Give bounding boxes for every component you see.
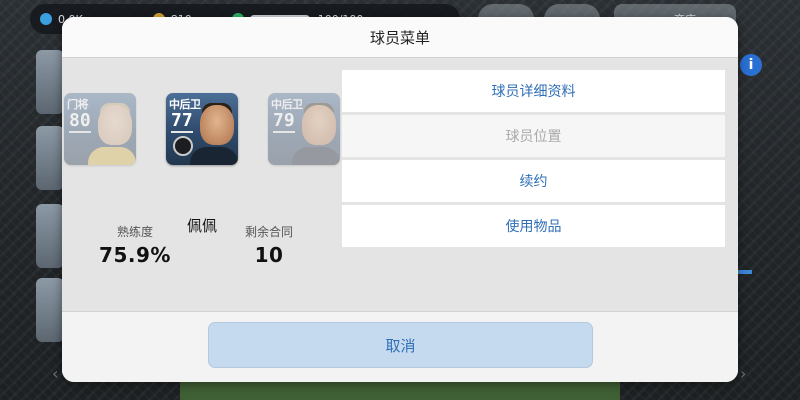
player-action-menu: 球员详细资料 球员位置 续约 使用物品 (342, 70, 725, 250)
dialog-header: 球员菜单 (62, 17, 738, 58)
info-icon: i (740, 54, 762, 76)
cancel-button[interactable]: 取消 (208, 322, 593, 368)
left-arrow-icon: ‹ (52, 364, 59, 383)
player-card[interactable]: 中后卫 77 (166, 93, 238, 165)
bg-side-tile (36, 126, 64, 190)
stat-value: 10 (254, 243, 284, 267)
stat-value: 75.9% (99, 243, 171, 267)
player-face-icon (200, 105, 234, 145)
use-item-button[interactable]: 使用物品 (342, 205, 725, 247)
card-rating: 79 (273, 110, 295, 131)
player-shirt (88, 147, 136, 165)
player-position-button: 球员位置 (342, 115, 725, 157)
rating-underline (171, 131, 193, 133)
rating-underline (273, 131, 295, 133)
pitch-strip (180, 382, 620, 400)
bg-side-tile (36, 204, 64, 268)
bg-slider-mark (738, 270, 752, 274)
player-details-button[interactable]: 球员详细资料 (342, 70, 725, 112)
stat-label: 熟练度 (116, 225, 153, 239)
next-player-card[interactable]: 中后卫 79 (268, 93, 340, 165)
proficiency-stat: 熟练度 75.9% (90, 223, 180, 267)
gp-coin-icon (40, 13, 52, 25)
player-face-icon (302, 105, 336, 145)
contract-remaining-stat: 剩余合同 10 (224, 223, 314, 267)
player-shirt (190, 147, 238, 165)
card-rating: 77 (171, 110, 193, 131)
player-shirt (292, 147, 340, 165)
dialog-title: 球员菜单 (369, 28, 430, 47)
renew-contract-button[interactable]: 续约 (342, 160, 725, 202)
card-rating: 80 (69, 110, 91, 131)
bg-side-tile (36, 50, 64, 114)
player-menu-dialog: 球员菜单 门将 80 中后卫 77 中后卫 79 佩佩 熟练度 75.9% 剩余… (62, 17, 738, 382)
player-face-icon (98, 105, 132, 145)
previous-player-card[interactable]: 门将 80 (64, 93, 136, 165)
club-badge-icon (173, 136, 193, 156)
bg-side-tile (36, 278, 64, 342)
dialog-body: 门将 80 中后卫 77 中后卫 79 佩佩 熟练度 75.9% 剩余合同 10… (62, 58, 738, 312)
rating-underline (69, 131, 91, 133)
stat-label: 剩余合同 (244, 225, 293, 239)
dialog-footer: 取消 (62, 311, 738, 382)
right-arrow-icon: › (740, 364, 747, 383)
